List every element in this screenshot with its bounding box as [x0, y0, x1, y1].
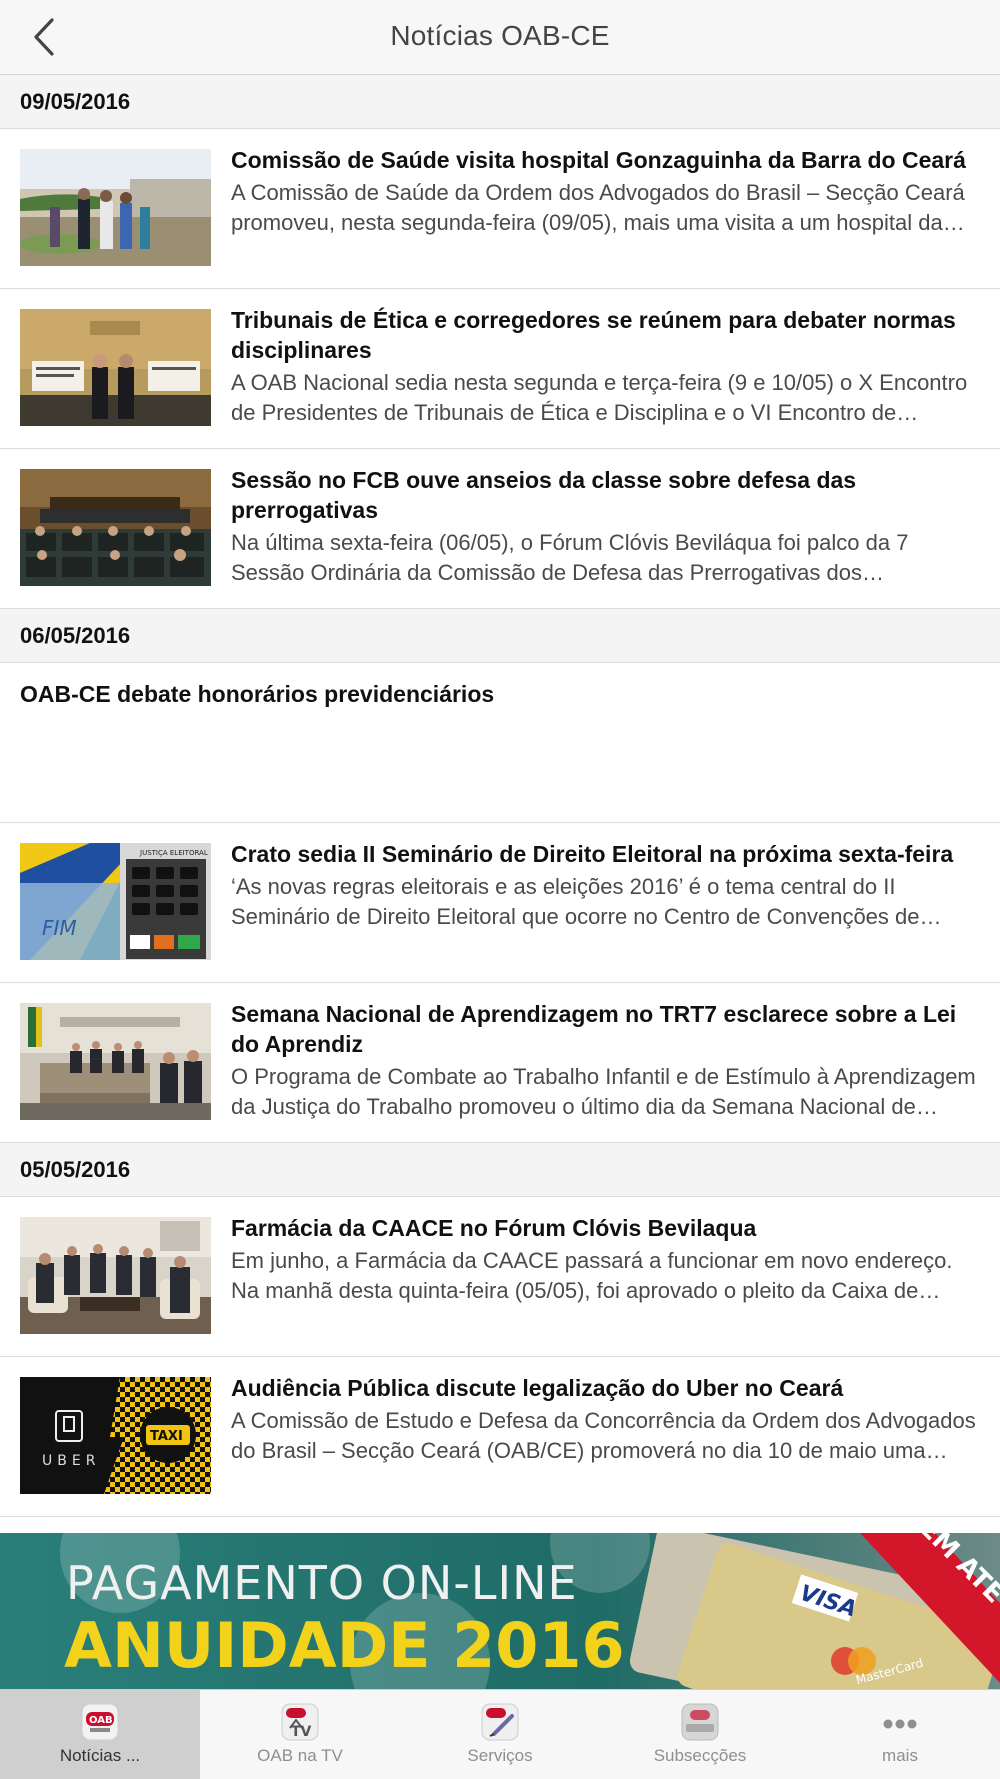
news-item[interactable]: OAB-CE debate honorários previdenciários [0, 663, 1000, 823]
tab-mais[interactable]: mais [800, 1690, 1000, 1779]
news-title: Semana Nacional de Aprendizagem no TRT7 … [231, 1001, 957, 1057]
tab-label: Serviços [467, 1746, 533, 1765]
news-title: Crato sedia II Seminário de Direito Elei… [231, 841, 954, 867]
news-title: Farmácia da CAACE no Fórum Clóvis Bevila… [231, 1215, 757, 1241]
section-date-header: 06/05/2016 [0, 609, 1000, 663]
news-summary: O Programa de Combate ao Trabalho Infant… [231, 1064, 976, 1119]
news-thumbnail-meeting-table [20, 1003, 211, 1120]
tab-noticias[interactable]: OAB Notícias ... [0, 1690, 200, 1779]
navigation-bar: Notícias OAB-CE [0, 0, 1000, 75]
banner-line-1: PAGAMENTO ON-LINE [66, 1556, 578, 1610]
news-summary: Em junho, a Farmácia da CAACE passará a … [231, 1248, 953, 1303]
oab-services-icon [481, 1703, 519, 1741]
voting-brand-label: JUSTIÇA ELEITORAL [139, 849, 208, 857]
more-dots-icon [883, 1719, 917, 1729]
news-item[interactable]: Farmácia da CAACE no Fórum Clóvis Bevila… [0, 1197, 1000, 1357]
news-feed[interactable]: 09/05/2016 Comissão de Saúde visita hosp… [0, 75, 1000, 1517]
section-date-header: 09/05/2016 [0, 75, 1000, 129]
news-item[interactable]: UBER TAXI Audiência Pública discute lega… [0, 1357, 1000, 1517]
news-thumbnail-auditorium [20, 469, 211, 586]
news-summary: A OAB Nacional sedia nesta segunda e ter… [231, 370, 968, 425]
news-title: Audiência Pública discute legalização do… [231, 1375, 844, 1401]
news-item[interactable]: Semana Nacional de Aprendizagem no TRT7 … [0, 983, 1000, 1143]
payment-ad-banner[interactable]: VISA MasterCard EM ATÉ 8X PAGAMENTO ON-L… [0, 1533, 1000, 1689]
news-thumbnail-hospital-visit [20, 149, 211, 266]
tab-label: mais [882, 1746, 918, 1765]
news-item[interactable]: Comissão de Saúde visita hospital Gonzag… [0, 129, 1000, 289]
uber-logo-text: UBER [42, 1453, 100, 1469]
tab-servicos[interactable]: Serviços [400, 1690, 600, 1779]
svg-text:OAB: OAB [89, 1715, 113, 1726]
news-summary: A Comissão de Estudo e Defesa da Concorr… [231, 1408, 976, 1463]
news-summary: ‘As novas regras eleitorais e as eleiçõe… [231, 874, 920, 929]
news-summary: Na última sexta-feira (06/05), o Fórum C… [231, 530, 909, 585]
news-item[interactable]: Tribunais de Ética e corregedores se reú… [0, 289, 1000, 449]
oab-tv-icon: TV [281, 1703, 319, 1741]
news-summary: A Comissão de Saúde da Ordem dos Advogad… [231, 180, 965, 235]
oab-logo-icon: OAB [81, 1703, 119, 1741]
news-title: OAB-CE debate honorários previdenciários [20, 681, 495, 707]
news-title: Sessão no FCB ouve anseios da classe sob… [231, 467, 857, 523]
tab-oab-na-tv[interactable]: TV OAB na TV [200, 1690, 400, 1779]
news-item[interactable]: Sessão no FCB ouve anseios da classe sob… [0, 449, 1000, 609]
tab-subseccoes[interactable]: Subsecções [600, 1690, 800, 1779]
news-thumbnail-conference-stage [20, 309, 211, 426]
banner-line-2: ANUIDADE 2016 [64, 1609, 625, 1682]
tab-label: Notícias ... [59, 1746, 141, 1765]
news-thumbnail-office-meeting [20, 1217, 211, 1334]
news-thumbnail-voting-machine: FIM JUSTIÇA ELEITORAL [20, 843, 211, 960]
news-thumbnail-uber-vs-taxi: UBER TAXI [20, 1377, 211, 1494]
oab-subsections-icon [681, 1703, 719, 1741]
tab-bar: OAB Notícias ... TV OAB na TV Serviços S… [0, 1689, 1000, 1779]
news-item[interactable]: FIM JUSTIÇA ELEITORAL Crato sedia II Sem… [0, 823, 1000, 983]
tab-label: Subsecções [653, 1746, 747, 1765]
tab-label: OAB na TV [257, 1746, 343, 1765]
news-title: Tribunais de Ética e corregedores se reú… [231, 307, 956, 363]
section-date-header: 05/05/2016 [0, 1143, 1000, 1197]
news-title: Comissão de Saúde visita hospital Gonzag… [231, 147, 966, 173]
taxi-sign-text: TAXI [150, 1429, 183, 1444]
page-title: Notícias OAB-CE [390, 20, 610, 51]
voting-fim-label: FIM [42, 916, 77, 940]
